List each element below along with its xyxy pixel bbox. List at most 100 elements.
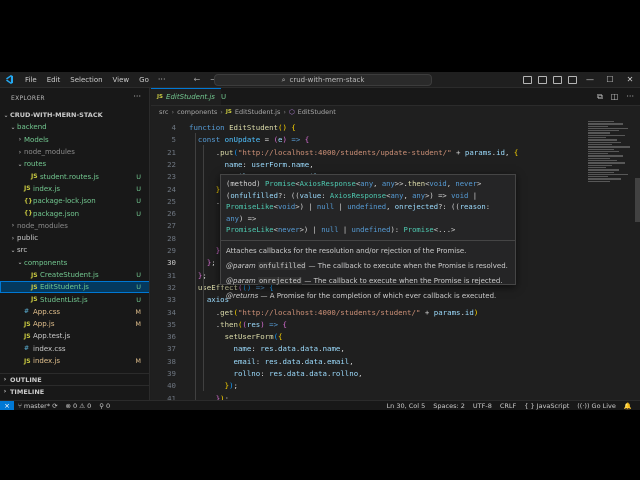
- eol-status[interactable]: CRLF: [496, 402, 520, 410]
- problems-status[interactable]: ⊗ 0 ⚠ 0: [62, 402, 96, 410]
- tree-file[interactable]: {} package-lock.json U: [0, 195, 149, 207]
- tab-status: U: [220, 93, 227, 101]
- menu-file[interactable]: File: [20, 72, 42, 88]
- menu-view[interactable]: View: [108, 72, 135, 88]
- indentation-status[interactable]: Spaces: 2: [429, 402, 469, 410]
- tree-file[interactable]: # index.css: [0, 343, 149, 355]
- notifications-bell-icon[interactable]: 🔔: [620, 402, 636, 410]
- minimize-button[interactable]: —: [580, 72, 600, 88]
- javascript-file-icon: JS: [24, 357, 31, 365]
- tree-file[interactable]: JS App.js M: [0, 318, 149, 330]
- tree-file[interactable]: JS student.routes.js U: [0, 170, 149, 182]
- code-line[interactable]: 38 email: res.data.data.email,: [151, 355, 640, 368]
- tab-editstudent[interactable]: JS EditStudent.js U: [151, 88, 226, 105]
- javascript-file-icon: JS: [225, 109, 232, 115]
- line-number: 33: [167, 295, 176, 305]
- hover-doc-line: Attaches callbacks for the resolution an…: [226, 246, 467, 255]
- file-tree: ⌄ CRUD-WITH-MERN-STACK ⌄ backend › Models › nod…: [0, 109, 149, 367]
- breadcrumb-components[interactable]: components: [177, 108, 217, 116]
- tree-item-label: App.js: [33, 320, 55, 329]
- outline-section[interactable]: › OUTLINE: [0, 373, 149, 385]
- line-number: 4: [171, 123, 176, 132]
- minimap-line: [588, 127, 628, 130]
- json-file-icon: {}: [24, 210, 33, 218]
- tree-folder[interactable]: ⌄ backend: [0, 121, 149, 133]
- maximize-button[interactable]: ☐: [600, 72, 620, 88]
- breadcrumb-symbol[interactable]: EditStudent: [298, 108, 336, 116]
- tree-folder[interactable]: › Models: [0, 134, 149, 146]
- compare-icon[interactable]: ⧉: [597, 92, 603, 102]
- tree-file[interactable]: # App.css M: [0, 306, 149, 318]
- tree-file[interactable]: {} package.json U: [0, 207, 149, 219]
- menu-more-icon[interactable]: ···: [154, 72, 170, 88]
- more-actions-icon[interactable]: ···: [626, 92, 634, 102]
- customize-layout-icon[interactable]: [568, 76, 577, 84]
- outline-label: OUTLINE: [10, 375, 42, 384]
- go-live-button[interactable]: ((·)) Go Live: [573, 402, 620, 410]
- minimap-line: [588, 176, 608, 178]
- breadcrumb: src › components › JS EditStudent.js › ⬡…: [151, 106, 640, 118]
- editor-scrollbar[interactable]: [635, 178, 640, 222]
- menu-edit[interactable]: Edit: [42, 72, 66, 88]
- code-line[interactable]: 22 name: userForm.name,: [151, 158, 640, 171]
- warnings-count: ⚠ 0: [79, 401, 92, 410]
- code-line[interactable]: 37 name: res.data.data.name,: [151, 342, 640, 355]
- code-line[interactable]: 36 setUserForm({: [151, 330, 640, 343]
- minimap-line: [588, 150, 619, 153]
- tree-file[interactable]: JS index.js M: [0, 355, 149, 367]
- ports-status[interactable]: ⚲ 0: [95, 402, 114, 410]
- tree-folder[interactable]: ⌄ CRUD-WITH-MERN-STACK: [0, 109, 149, 121]
- tree-file[interactable]: JS index.js U: [0, 183, 149, 195]
- tree-file[interactable]: JS EditStudent.js U: [0, 281, 149, 294]
- tree-folder[interactable]: › node_modules: [0, 220, 149, 232]
- breadcrumb-src[interactable]: src: [159, 108, 169, 116]
- code-line[interactable]: 35 .then((res) => {: [151, 318, 640, 331]
- tree-item-label: Models: [24, 135, 49, 144]
- tree-folder[interactable]: ⌄ routes: [0, 158, 149, 170]
- timeline-section[interactable]: › TIMELINE: [0, 385, 149, 397]
- code-text: };: [197, 270, 207, 280]
- code-line[interactable]: 4 function EditStudent() {: [151, 121, 640, 134]
- menu-selection[interactable]: Selection: [65, 72, 107, 88]
- chevron-right-icon: ›: [171, 108, 175, 116]
- command-center-search[interactable]: ⌕ crud-with-mern-stack: [214, 74, 432, 86]
- remote-indicator-icon[interactable]: ⨯: [0, 400, 14, 410]
- tree-file[interactable]: JS StudentList.js U: [0, 293, 149, 305]
- tree-item-label: CRUD-WITH-MERN-STACK: [10, 111, 103, 120]
- back-arrow-icon[interactable]: ←: [194, 75, 201, 84]
- tree-folder[interactable]: › node_modules: [0, 146, 149, 158]
- branch-status[interactable]: ⑂ master* ⟳: [14, 402, 62, 410]
- tree-folder[interactable]: ⌄ components: [0, 257, 149, 269]
- cursor-position[interactable]: Ln 30, Col 5: [383, 402, 430, 410]
- editor-tabs: JS EditStudent.js U: [151, 88, 640, 106]
- toggle-primary-sidebar-icon[interactable]: [523, 76, 532, 84]
- code-line[interactable]: 21 .put("http://localhost:4000/students/…: [151, 146, 640, 159]
- close-button[interactable]: ✕: [620, 72, 640, 88]
- minimap-line: [588, 160, 617, 162]
- minimap-line: [588, 171, 615, 173]
- breadcrumb-file[interactable]: EditStudent.js: [235, 108, 280, 116]
- tree-file[interactable]: JS CreateStudent.js U: [0, 269, 149, 281]
- tree-folder[interactable]: › public: [0, 232, 149, 244]
- code-line[interactable]: 39 rollno: res.data.data.rollno,: [151, 367, 640, 380]
- encoding-status[interactable]: UTF-8: [469, 402, 496, 410]
- tree-item-label: CreateStudent.js: [40, 271, 99, 279]
- language-mode[interactable]: { } JavaScript: [520, 402, 573, 410]
- menu-go[interactable]: Go: [134, 72, 154, 88]
- toggle-panel-icon[interactable]: [538, 76, 547, 84]
- code-line[interactable]: 5 const onUpdate = (e) => {: [151, 133, 640, 146]
- tree-file[interactable]: JS App.test.js: [0, 330, 149, 342]
- toggle-secondary-sidebar-icon[interactable]: [553, 76, 562, 84]
- explorer-more-icon[interactable]: ···: [133, 92, 141, 101]
- minimap[interactable]: [588, 121, 632, 211]
- line-number: 40: [167, 381, 176, 391]
- chevron-down-icon: ⌄: [3, 111, 9, 119]
- tree-item-label: student.routes.js: [40, 172, 99, 181]
- hover-signature-line: PromiseLike<void>) | null | undefined, o…: [226, 202, 491, 223]
- tree-item-label: package-lock.json: [33, 197, 96, 206]
- tree-item-label: index.js: [33, 357, 60, 366]
- split-editor-icon[interactable]: ◫: [611, 92, 619, 102]
- code-line[interactable]: 40 });: [151, 379, 640, 392]
- tree-folder[interactable]: ⌄ src: [0, 244, 149, 256]
- git-status-badge: M: [135, 320, 141, 329]
